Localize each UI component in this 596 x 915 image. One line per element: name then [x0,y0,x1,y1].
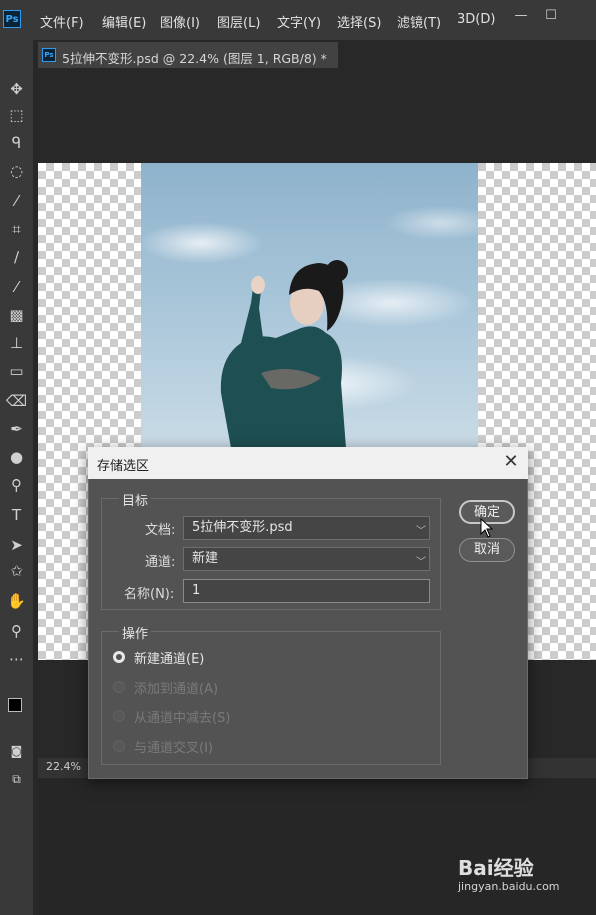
eraser-tool-icon[interactable]: ⌫ [4,390,29,412]
menu-layer[interactable]: 图层(L) [217,12,260,31]
more-tools-icon[interactable]: ⋯ [4,648,29,670]
blur-tool-icon[interactable]: ● [4,446,29,468]
layer-photo[interactable] [141,163,478,448]
tools-panel: ✥ ⬚ ᑫ ◌ ⁄ ⌗ ∕ ⁄ ▩ ⊥ ▭ ⌫ ✒ ● ⚲ T ➤ ✩ ✋ ⚲ … [0,40,33,915]
menu-select[interactable]: 选择(S) [337,12,381,31]
psd-file-icon: Ps [42,48,56,62]
menu-type[interactable]: 文字(Y) [277,12,321,31]
radio-new-channel[interactable] [113,651,125,663]
channel-select[interactable]: 新建 [183,547,430,571]
name-label: 名称(N): [124,587,175,602]
woman-figure-image [220,260,348,448]
zoom-tool-icon[interactable]: ⚲ [4,620,29,642]
menu-image[interactable]: 图像(I) [160,12,200,31]
shape-tool-icon[interactable]: ✩ [4,560,29,582]
quick-mask-icon[interactable]: ◙ [4,740,29,762]
foreground-color-swatch[interactable] [8,698,22,712]
option-new-channel-label: 新建通道(E) [134,652,205,667]
screen-mode-icon[interactable]: ⧉ [4,768,29,790]
marquee-tool-icon[interactable]: ⬚ [4,104,29,126]
option-add-to-channel-label: 添加到通道(A) [134,682,219,697]
path-selection-tool-icon[interactable]: ➤ [4,534,29,556]
channel-label: 通道: [145,555,176,570]
document-select[interactable]: 5拉伸不变形.psd [183,516,430,540]
dialog-titlebar[interactable] [88,447,528,479]
channel-select-value: 新建 [192,551,219,566]
baidu-jingyan-watermark: Bai经验 [458,856,534,880]
radio-add-to-channel [113,681,125,693]
healing-brush-tool-icon[interactable]: ⁄ [4,276,29,298]
option-intersect-label: 与通道交叉(I) [134,741,213,756]
zoom-level[interactable]: 22.4% [46,760,81,773]
hand-tool-icon[interactable]: ✋ [4,590,29,612]
crop-tool-icon[interactable]: ⌗ [4,218,29,240]
option-subtract-label: 从通道中减去(S) [134,711,231,726]
close-icon[interactable]: ✕ [500,451,522,473]
document-title: 5拉伸不变形.psd @ 22.4% (图层 1, RGB/8) * [62,51,327,66]
watermark-url: jingyan.baidu.com [458,880,560,893]
radio-subtract-from-channel [113,710,125,722]
mouse-cursor-icon [480,518,494,538]
gradient-tool-icon[interactable]: ▭ [4,360,29,382]
lasso-tool-icon[interactable]: ᑫ [4,132,29,154]
name-input-value: 1 [192,583,201,598]
chevron-down-icon: ﹀ [416,526,426,537]
operation-group-title: 操作 [119,623,152,642]
dodge-tool-icon[interactable]: ⚲ [4,474,29,496]
brush-tool-icon[interactable]: ∕ [4,246,29,268]
document-label: 文档: [145,523,176,538]
photoshop-logo: Ps [3,10,21,28]
clone-stamp-tool-icon[interactable]: ⊥ [4,332,29,354]
chevron-down-icon: ﹀ [416,557,426,568]
eyedropper-tool-icon[interactable]: ⁄ [4,190,29,212]
maximize-button[interactable]: ☐ [540,8,562,24]
cancel-button[interactable]: 取消 [459,538,515,562]
menu-file[interactable]: 文件(F) [40,12,84,31]
name-input[interactable]: 1 [183,579,430,603]
minimize-button[interactable]: — [510,8,532,24]
move-tool-icon[interactable]: ✥ [4,78,29,100]
pen-tool-icon[interactable]: ✒ [4,418,29,440]
document-select-value: 5拉伸不变形.psd [192,520,293,535]
panel-area [38,778,596,915]
radio-intersect-channel [113,740,125,752]
menu-filter[interactable]: 滤镜(T) [397,12,441,31]
type-tool-icon[interactable]: T [4,504,29,526]
quick-selection-tool-icon[interactable]: ◌ [4,160,29,182]
target-group-title: 目标 [119,490,152,509]
dialog-title: 存储选区 [97,459,150,474]
menu-edit[interactable]: 编辑(E) [102,12,146,31]
bandage-tool-icon[interactable]: ▩ [4,304,29,326]
menu-3d[interactable]: 3D(D) [457,12,495,27]
